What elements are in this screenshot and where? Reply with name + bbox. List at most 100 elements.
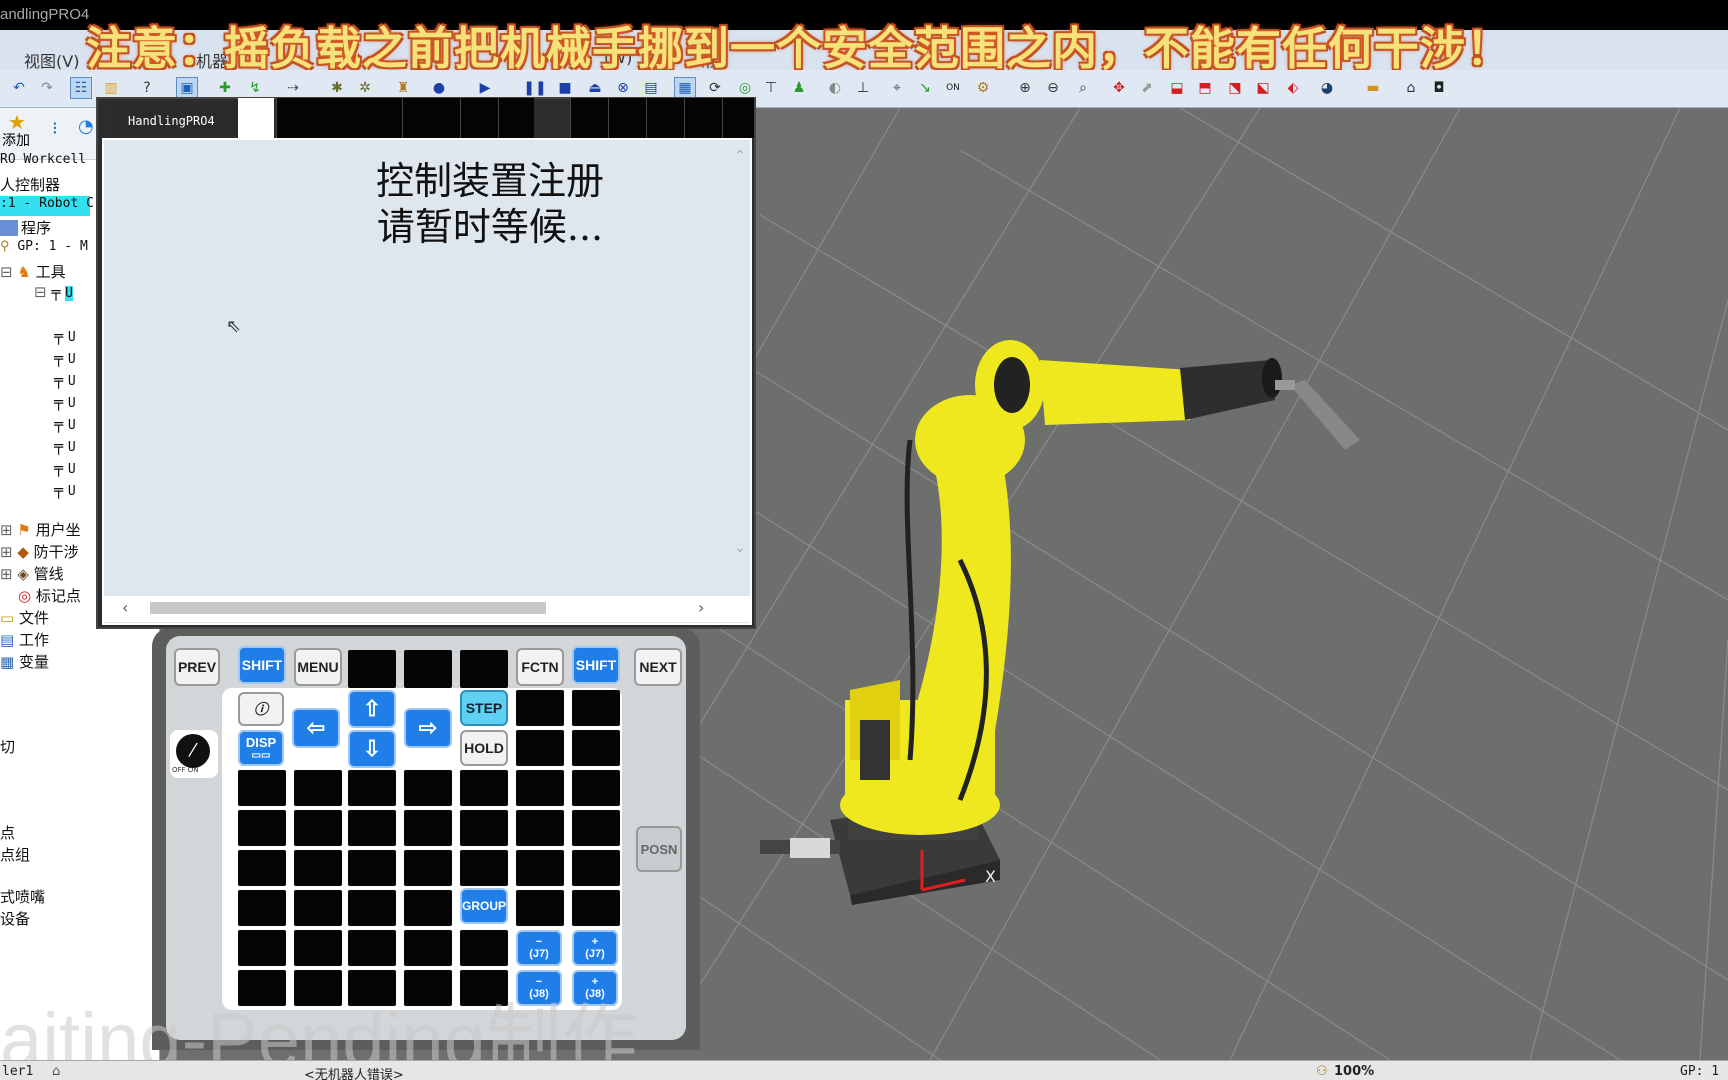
scroll-thumb[interactable] <box>150 602 546 614</box>
tree-variables[interactable]: ▦ 变量 <box>0 651 49 672</box>
tree-programs[interactable]: 程序 <box>0 217 51 238</box>
scroll-left-icon[interactable]: ‹ <box>122 598 128 617</box>
tree-utool-7[interactable]: ╤ U <box>54 437 76 455</box>
step-key[interactable]: STEP <box>460 690 508 726</box>
tree-utool-3[interactable]: ╤ U <box>54 349 76 367</box>
cam-icon[interactable]: ⟳ <box>704 77 726 99</box>
pendant-tab-empty-6[interactable] <box>608 98 646 138</box>
key-r5c2[interactable] <box>294 810 342 846</box>
f-key-3[interactable] <box>460 650 508 688</box>
tree-works[interactable]: ▤ 工作 <box>0 629 49 650</box>
tree-utool-8[interactable]: ╤ U <box>54 459 76 477</box>
view-top-icon[interactable]: ⬓ <box>1166 77 1188 99</box>
pendant-tab-empty-4[interactable] <box>498 98 534 138</box>
info-key[interactable]: ⓘ <box>238 692 284 726</box>
pan-icon[interactable]: ✥ <box>1108 77 1130 99</box>
tree-utool-5[interactable]: ╤ U <box>54 393 76 411</box>
key-r3c8[interactable] <box>572 730 620 766</box>
key-r6c5[interactable] <box>460 850 508 886</box>
key-r5c6[interactable] <box>516 810 564 846</box>
tree-item-nozzles[interactable]: 式喷嘴 <box>0 886 45 907</box>
key-r7c2[interactable] <box>294 890 342 926</box>
key-r4c1[interactable] <box>238 770 286 806</box>
key-r8c5[interactable] <box>460 930 508 966</box>
tree-cables[interactable]: ⊞ ◈ 管线 <box>0 563 64 584</box>
key-r5c3[interactable] <box>348 810 396 846</box>
zoom-fit-icon[interactable]: ⌕ <box>1072 77 1094 99</box>
menu-view[interactable]: 视图(V) <box>24 48 79 72</box>
tree-utool-9[interactable]: ╤ U <box>54 481 76 499</box>
key-r6c2[interactable] <box>294 850 342 886</box>
render-icon[interactable]: ◕ <box>1316 77 1338 99</box>
tree-workcell[interactable]: RO Workcell <box>0 152 86 167</box>
abort-icon[interactable]: ⊗ <box>612 77 634 99</box>
zoom-out-icon[interactable]: ⊖ <box>1042 77 1064 99</box>
tree-item-point-groups[interactable]: 点组 <box>0 844 30 865</box>
scroll-up-icon[interactable]: ⌃ <box>734 148 746 164</box>
shift-key-right[interactable]: SHIFT <box>572 646 620 684</box>
j7-plus-key[interactable]: + (J7) <box>572 930 618 966</box>
tree-markers[interactable]: ◎ 标记点 <box>18 585 81 606</box>
pendant-tab-empty-3[interactable] <box>460 98 498 138</box>
key-r4c6[interactable] <box>516 770 564 806</box>
add-button[interactable]: 添加 <box>2 130 30 150</box>
f-key-2[interactable] <box>404 650 452 688</box>
scroll-down-icon[interactable]: ⌄ <box>734 540 746 556</box>
arrow-up-key[interactable]: ⇧ <box>348 690 396 728</box>
jog-icon[interactable]: ✚ <box>214 77 236 99</box>
undo-icon[interactable]: ↶ <box>8 77 30 99</box>
help-icon[interactable]: ? <box>136 77 158 99</box>
cycle-icon[interactable]: ● <box>428 77 450 99</box>
tree-utool-6[interactable]: ╤ U <box>54 415 76 433</box>
key-r4c5[interactable] <box>460 770 508 806</box>
online-icon[interactable]: ON <box>942 77 964 99</box>
tree-view-icon[interactable]: ⁝ <box>52 118 58 139</box>
arrow-down-key[interactable]: ⇩ <box>348 730 396 768</box>
pause-icon[interactable]: ❚❚ <box>523 77 546 99</box>
measure-icon[interactable]: ⊥ <box>852 77 874 99</box>
mode-switch[interactable]: ⁄ OFF ON <box>170 730 218 778</box>
target-icon[interactable]: ◎ <box>734 77 756 99</box>
key-r4c7[interactable] <box>572 770 620 806</box>
key-r7c3[interactable] <box>348 890 396 926</box>
j7-minus-key[interactable]: − (J7) <box>516 930 562 966</box>
refresh-icon[interactable]: ◔ <box>78 116 94 137</box>
tool-icon[interactable]: ◐ <box>824 77 846 99</box>
arrow-right-key[interactable]: ⇨ <box>404 708 452 748</box>
ruler-icon[interactable]: ▬ <box>1362 77 1384 99</box>
tree-files[interactable]: ▭ 文件 <box>0 607 49 628</box>
jog-coord-icon[interactable]: ↯ <box>244 77 266 99</box>
display-icon[interactable]: ▦ <box>674 77 696 99</box>
pendant-tab-blank[interactable] <box>238 98 274 138</box>
key-r4c2[interactable] <box>294 770 342 806</box>
pendant-icon[interactable]: ▣ <box>176 77 198 99</box>
tree-utool-2[interactable]: ╤ U <box>54 327 76 345</box>
pendant-tab-empty-2[interactable] <box>402 98 460 138</box>
key-r5c5[interactable] <box>460 810 508 846</box>
key-r7c4[interactable] <box>404 890 452 926</box>
next-key[interactable]: NEXT <box>634 648 682 686</box>
tree-item-cut[interactable]: 切 <box>0 736 15 757</box>
posn-key[interactable]: POSN <box>636 826 682 872</box>
key-r6c1[interactable] <box>238 850 286 886</box>
key-r5c7[interactable] <box>572 810 620 846</box>
key-r6c6[interactable] <box>516 850 564 886</box>
fctn-key[interactable]: FCTN <box>516 648 564 686</box>
pendant-tab-empty-5[interactable] <box>570 98 608 138</box>
touchup-icon[interactable]: ✲ <box>354 77 376 99</box>
key-r6c3[interactable] <box>348 850 396 886</box>
eject-icon[interactable]: ⏏ <box>584 77 606 99</box>
user-icon[interactable]: ♟ <box>788 77 810 99</box>
hold-key[interactable]: HOLD <box>460 730 508 766</box>
stop-icon[interactable]: ■ <box>554 77 576 99</box>
tree-robot-controllers[interactable]: 人控制器 <box>0 174 60 195</box>
key-r8c1[interactable] <box>238 930 286 966</box>
robot-icon[interactable]: ♜ <box>392 77 414 99</box>
redo-icon[interactable]: ↷ <box>36 77 58 99</box>
group-key[interactable]: GROUP <box>460 888 508 924</box>
view-iso-icon[interactable]: ⬕ <box>1252 77 1274 99</box>
key-r7c6[interactable] <box>516 890 564 926</box>
key-r4c3[interactable] <box>348 770 396 806</box>
f-key-1[interactable] <box>348 650 396 688</box>
key-r5c4[interactable] <box>404 810 452 846</box>
